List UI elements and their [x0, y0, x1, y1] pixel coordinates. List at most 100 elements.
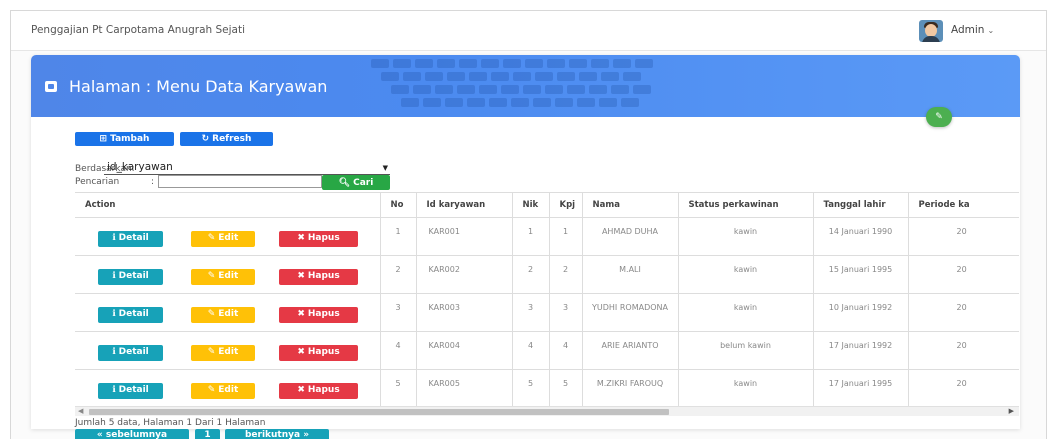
scroll-right-icon[interactable]: ▶ — [1009, 407, 1014, 415]
user-menu[interactable]: Admin ⌄ — [951, 24, 994, 36]
cell-nik: 5 — [512, 369, 550, 406]
detail-button[interactable]: ℹ Detail — [98, 268, 163, 285]
filter-by-select[interactable]: id_karyawan ▼ — [104, 161, 390, 175]
action-cell: ℹ Detail ✎ Edit ✖ Hapus — [75, 331, 381, 370]
cell-nik: 2 — [512, 255, 550, 294]
detail-button[interactable]: ℹ Detail — [98, 344, 163, 361]
info-icon: ℹ — [112, 233, 116, 243]
table-header-row: Action No Id karyawan Nik Kpj Nama Statu… — [75, 193, 1019, 218]
column-header: Kpj — [549, 193, 583, 218]
edit-label: Edit — [218, 233, 239, 243]
delete-button[interactable]: ✖ Hapus — [279, 230, 358, 247]
cell-id: KAR002 — [416, 255, 513, 294]
cell-nama: M.ZIKRI FAROUQ — [582, 369, 679, 406]
cell-kpj: 3 — [549, 293, 583, 332]
cell-nama: AHMAD DUHA — [582, 217, 679, 256]
delete-button[interactable]: ✖ Hapus — [279, 306, 358, 323]
edit-button[interactable]: ✎ Edit — [191, 382, 255, 399]
prev-page-button[interactable]: « sebelumnya — [75, 429, 189, 439]
edit-icon: ✎ — [207, 309, 216, 319]
delete-button[interactable]: ✖ Hapus — [279, 344, 358, 361]
add-button[interactable]: ⊞ Tambah — [75, 132, 174, 146]
app-title: Penggajian Pt Carpotama Anugrah Sejati — [31, 24, 246, 36]
info-icon: ℹ — [112, 385, 116, 395]
action-cell: ℹ Detail ✎ Edit ✖ Hapus — [75, 255, 381, 294]
search-button[interactable]: 🔍︎ Cari — [322, 175, 390, 190]
cell-status: kawin — [678, 293, 814, 332]
scrollbar-thumb[interactable] — [89, 409, 669, 415]
action-cell: ℹ Detail ✎ Edit ✖ Hapus — [75, 293, 381, 332]
cell-no: 2 — [380, 255, 417, 294]
current-page-button[interactable]: 1 — [195, 429, 220, 439]
table-row: ℹ Detail ✎ Edit ✖ Hapus 5 KAR005 5 5 M.ZIKR… — [75, 369, 1019, 406]
chevron-down-icon: ⌄ — [987, 26, 995, 35]
cell-tanggal-lahir: 14 Januari 1990 — [813, 217, 909, 256]
id-card-icon — [45, 81, 57, 92]
search-input[interactable] — [158, 175, 322, 188]
delete-button[interactable]: ✖ Hapus — [279, 268, 358, 285]
refresh-button[interactable]: ↻ Refresh — [180, 132, 273, 146]
cell-periode: 20 — [908, 217, 1019, 256]
cell-no: 3 — [380, 293, 417, 332]
delete-label: Hapus — [307, 309, 340, 319]
detail-label: Detail — [118, 271, 149, 281]
avatar[interactable] — [919, 20, 943, 42]
pagination-summary: Jumlah 5 data, Halaman 1 Dari 1 Halaman — [75, 418, 266, 428]
cell-nik: 1 — [512, 217, 550, 256]
edit-icon: ✎ — [207, 385, 216, 395]
column-header: Nik — [512, 193, 550, 218]
info-icon: ℹ — [112, 309, 116, 319]
keyboard-background-decoration — [361, 55, 691, 117]
edit-button[interactable]: ✎ Edit — [191, 344, 255, 361]
page-title: Halaman : Menu Data Karyawan — [45, 77, 327, 96]
column-header: Nama — [582, 193, 679, 218]
horizontal-scrollbar[interactable]: ◀ ▶ — [75, 406, 1019, 416]
edit-icon: ✎ — [207, 233, 216, 243]
close-icon: ✖ — [297, 385, 305, 395]
cell-status: kawin — [678, 217, 814, 256]
action-cell: ℹ Detail ✎ Edit ✖ Hapus — [75, 369, 381, 406]
next-page-button[interactable]: berikutnya » — [225, 429, 329, 439]
edit-label: Edit — [218, 385, 239, 395]
edit-label: Edit — [218, 271, 239, 281]
info-icon: ℹ — [112, 347, 116, 357]
edit-icon: ✎ — [207, 271, 216, 281]
detail-button[interactable]: ℹ Detail — [98, 230, 163, 247]
cell-id: KAR005 — [416, 369, 513, 406]
cell-id: KAR004 — [416, 331, 513, 370]
page-title-text: Halaman : Menu Data Karyawan — [69, 77, 328, 96]
cell-kpj: 1 — [549, 217, 583, 256]
edit-button[interactable]: ✎ Edit — [191, 306, 255, 323]
detail-label: Detail — [118, 347, 149, 357]
column-header: Action — [75, 193, 381, 218]
detail-button[interactable]: ℹ Detail — [98, 306, 163, 323]
cell-periode: 20 — [908, 331, 1019, 370]
refresh-button-label: Refresh — [212, 134, 252, 144]
table-row: ℹ Detail ✎ Edit ✖ Hapus 3 KAR003 3 3 YUDHI … — [75, 293, 1019, 332]
plus-icon: ⊞ — [99, 134, 108, 144]
delete-button[interactable]: ✖ Hapus — [279, 382, 358, 399]
scroll-left-icon[interactable]: ◀ — [78, 407, 83, 415]
action-cell: ℹ Detail ✎ Edit ✖ Hapus — [75, 217, 381, 256]
close-icon: ✖ — [297, 347, 305, 357]
edit-button[interactable]: ✎ Edit — [191, 230, 255, 247]
refresh-icon: ↻ — [201, 134, 210, 144]
cell-tanggal-lahir: 15 Januari 1995 — [813, 255, 909, 294]
search-label: Pencarian — [75, 177, 120, 187]
cell-periode: 20 — [908, 255, 1019, 294]
cell-status: belum kawin — [678, 331, 814, 370]
cell-no: 5 — [380, 369, 417, 406]
floating-edit-button[interactable]: ✎ — [926, 107, 952, 127]
cell-nama: YUDHI ROMADONA — [582, 293, 679, 332]
edit-label: Edit — [218, 309, 239, 319]
edit-button[interactable]: ✎ Edit — [191, 268, 255, 285]
close-icon: ✖ — [297, 233, 305, 243]
delete-label: Hapus — [307, 271, 340, 281]
table-row: ℹ Detail ✎ Edit ✖ Hapus 2 KAR002 2 2 M.ALI … — [75, 255, 1019, 294]
detail-button[interactable]: ℹ Detail — [98, 382, 163, 399]
table-row: ℹ Detail ✎ Edit ✖ Hapus 4 KAR004 4 4 ARIE A… — [75, 331, 1019, 370]
cell-tanggal-lahir: 17 Januari 1992 — [813, 331, 909, 370]
close-icon: ✖ — [297, 271, 305, 281]
delete-label: Hapus — [307, 347, 340, 357]
cell-nama: ARIE ARIANTO — [582, 331, 679, 370]
